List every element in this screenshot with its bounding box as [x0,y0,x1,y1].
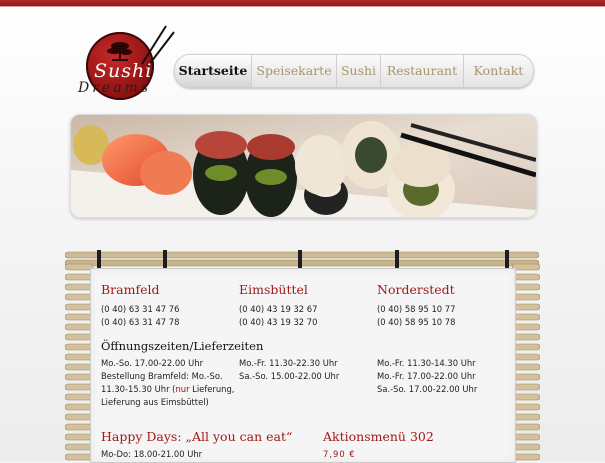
hero-sushi-image [70,114,537,218]
logo-word-sushi: Sushi [94,60,153,82]
tab-sushi[interactable]: Sushi [337,55,381,87]
hours-heading: Öffnungszeiten/Lieferzeiten [101,339,264,353]
aktionsmenue-price: 7,90 € [323,449,356,459]
tab-startseite[interactable]: Startseite [175,55,252,87]
phone-eimsbuettel-2[interactable]: (0 40) 43 19 32 70 [239,316,317,329]
hours-norderstedt-line3: Sa.-So. 17.00-22.00 Uhr [377,384,478,394]
main-nav: Startseite Speisekarte Sushi Restaurant … [174,54,534,88]
phone-norderstedt-2[interactable]: (0 40) 58 95 10 78 [377,316,455,329]
sushi-dreams-logo[interactable]: Sushi Dreams [78,25,190,100]
location-name-eimsbuettel: Eimsbüttel [239,282,308,297]
hours-bramfeld-line3: 11.30-15.30 Uhr (nur Lieferung, [101,384,235,394]
hours-norderstedt-line1: Mo.-Fr. 11.30-14.30 Uhr [377,358,476,368]
location-name-bramfeld: Bramfeld [101,282,160,297]
tab-speisekarte[interactable]: Speisekarte [252,55,337,87]
happy-days-title[interactable]: Happy Days: „All you can eat“ [101,429,292,444]
logo-word-dreams: Dreams [78,80,152,96]
aktionsmenue-title[interactable]: Aktionsmenü 302 [323,429,434,444]
happy-days-time: Mo-Do: 18.00-21.00 Uhr [101,449,203,459]
hours-eimsbuettel-line1: Mo.-Fr. 11.30-22.30 Uhr [239,358,338,368]
bonsai-icon [107,42,132,61]
hours-bramfeld-line1: Mo.-So. 17.00-22.00 Uhr [101,358,204,368]
tab-kontakt[interactable]: Kontakt [464,55,533,87]
phone-eimsbuettel-1[interactable]: (0 40) 43 19 32 67 [239,303,317,316]
hours-bramfeld-line2: Bestellung Bramfeld: Mo.-So. [101,371,223,381]
location-name-norderstedt: Norderstedt [377,282,455,297]
bamboo-top-rail [65,250,539,268]
hours-norderstedt-line2: Mo.-Fr. 17.00-22.00 Uhr [377,371,476,381]
sushi-photo [71,115,536,217]
phone-norderstedt-1[interactable]: (0 40) 58 95 10 77 [377,303,455,316]
phone-bramfeld-2[interactable]: (0 40) 63 31 47 78 [101,316,179,329]
hours-bramfeld-line4: Lieferung aus Eimsbüttel) [101,397,209,407]
bamboo-left-slats [65,263,93,461]
tab-restaurant[interactable]: Restaurant [381,55,464,87]
bamboo-right-slats [512,263,540,461]
only-highlight: nur [175,384,190,394]
phone-bramfeld-1[interactable]: (0 40) 63 31 47 76 [101,303,179,316]
info-panel: Bramfeld (0 40) 63 31 47 76 (0 40) 63 31… [90,268,516,463]
hours-eimsbuettel-line2: Sa.-So. 15.00-22.00 Uhr [239,371,340,381]
top-bar [0,0,605,7]
